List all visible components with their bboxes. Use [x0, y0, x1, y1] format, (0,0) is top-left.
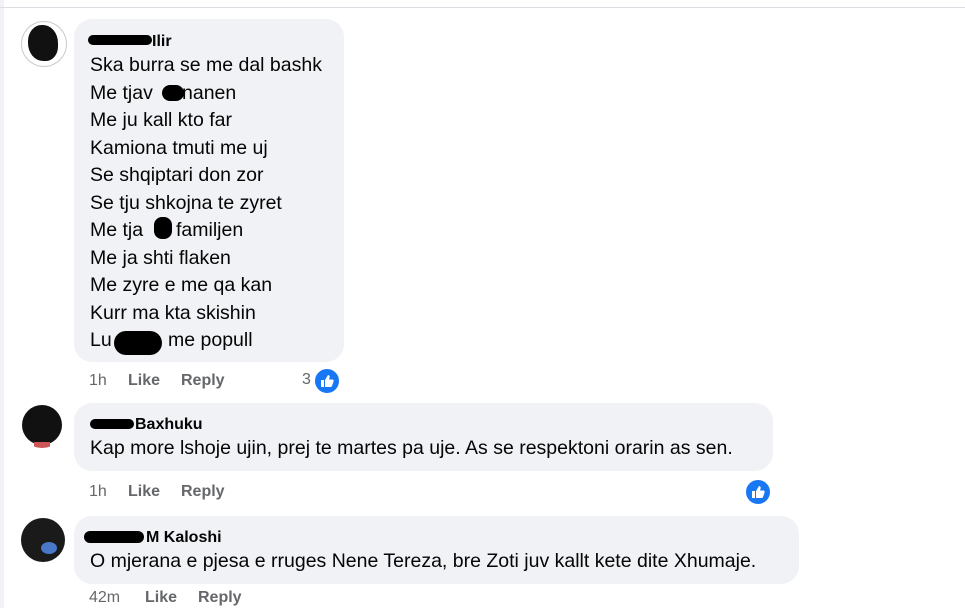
redacted-word — [154, 217, 172, 239]
reaction-count[interactable]: 3 — [302, 371, 311, 389]
reply-button[interactable]: Reply — [181, 483, 225, 501]
redacted-word — [114, 331, 162, 355]
comment-author[interactable]: M Kaloshi — [146, 529, 222, 547]
avatar[interactable] — [20, 404, 64, 448]
comment-line: Se tju shkojna te zyret — [90, 192, 282, 214]
comment-line: Me tja — [90, 219, 144, 241]
comment-line: Se shqiptari don zor — [90, 164, 264, 186]
comment-line: nanen — [182, 82, 237, 104]
avatar[interactable] — [21, 518, 65, 562]
reply-button[interactable]: Reply — [198, 589, 242, 607]
comment-line: familjen — [176, 219, 244, 241]
comment-line: me popull — [168, 329, 253, 351]
comment-line: Me zyre e me qa kan — [90, 274, 273, 296]
comment-text: Kap more lshoje ujin, prej te martes pa … — [90, 437, 733, 459]
comment-line: Kurr ma kta skishin — [90, 302, 256, 324]
comment-text: O mjerana e pjesa e rruges Nene Tereza, … — [90, 550, 757, 572]
comment-bubble: M Kaloshi O mjerana e pjesa e rruges Nen… — [74, 516, 799, 584]
comment-line: Me ja shti flaken — [90, 247, 231, 269]
thumbs-up-icon[interactable] — [744, 478, 772, 506]
comment-line: Kamiona tmuti me uj — [90, 137, 268, 159]
like-button[interactable]: Like — [145, 589, 177, 607]
reply-button[interactable]: Reply — [181, 372, 225, 390]
comment-bubble: Ilir Ska burra se me dal bashk Me tjav n… — [74, 19, 344, 362]
avatar[interactable] — [21, 21, 67, 67]
redacted-name — [88, 35, 152, 45]
left-edge — [0, 0, 4, 608]
like-button[interactable]: Like — [128, 372, 160, 390]
comment-actions: 42m Like Reply — [89, 589, 349, 609]
redacted-name — [90, 419, 134, 429]
comment-line: Ska burra se me dal bashk — [90, 54, 322, 76]
comment-line: Lu — [90, 329, 112, 351]
comment-actions: 1h Like Reply — [89, 483, 349, 503]
timestamp[interactable]: 1h — [89, 483, 107, 501]
thumbs-up-icon[interactable] — [313, 367, 341, 395]
like-button[interactable]: Like — [128, 483, 160, 501]
comment-line: Me tjav — [90, 82, 153, 104]
top-divider — [0, 7, 965, 8]
comment-line: Me ju kall kto far — [90, 109, 232, 131]
timestamp[interactable]: 42m — [89, 589, 120, 607]
timestamp[interactable]: 1h — [89, 372, 107, 390]
comment-author[interactable]: Baxhuku — [135, 416, 203, 434]
comment-author[interactable]: Ilir — [152, 33, 172, 51]
redacted-word — [162, 85, 184, 101]
comment-bubble: Baxhuku Kap more lshoje ujin, prej te ma… — [74, 403, 773, 471]
redacted-name — [84, 531, 144, 543]
